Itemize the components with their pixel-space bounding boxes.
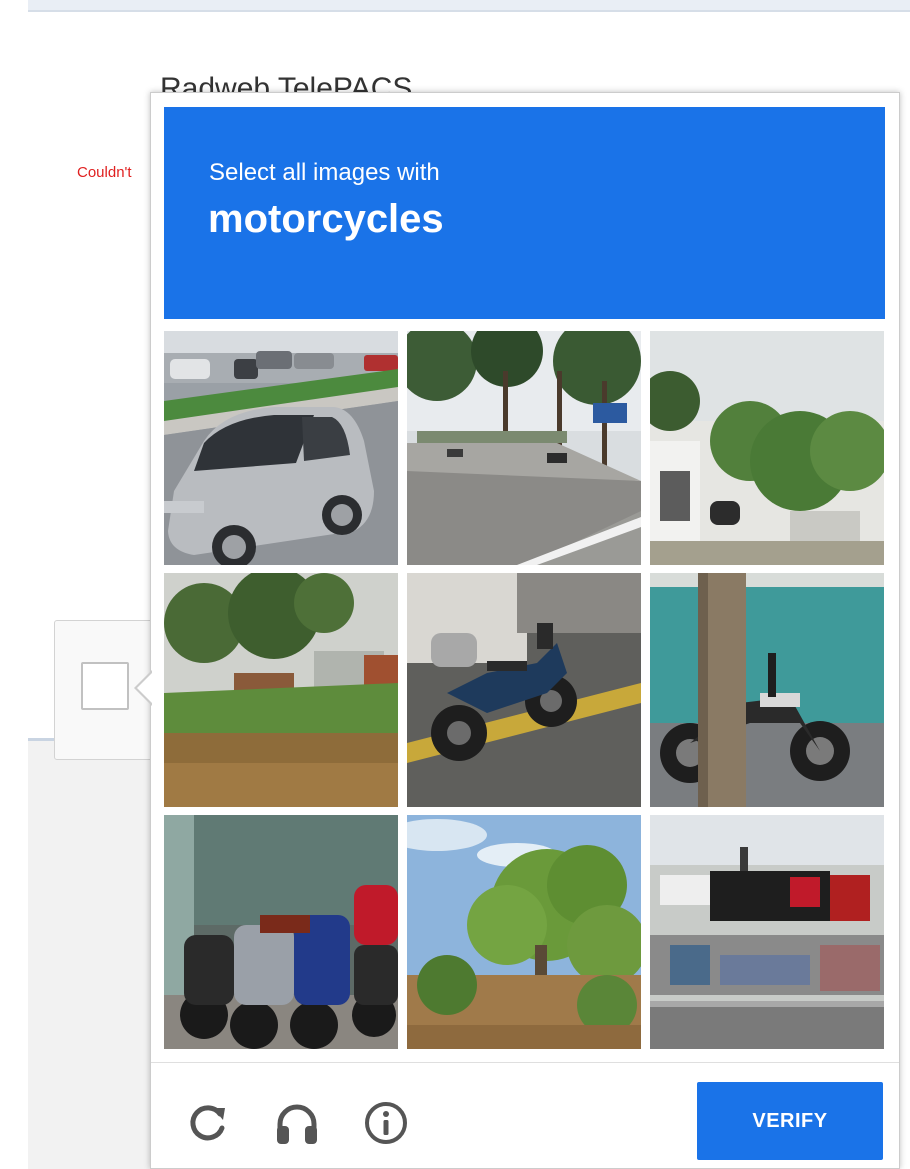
info-button[interactable] (361, 1098, 411, 1148)
image-tile-1[interactable] (164, 331, 398, 565)
background-lower-panel (28, 741, 158, 1169)
image-tile-2[interactable] (407, 331, 641, 565)
reload-icon (190, 1105, 225, 1141)
headphones-icon (277, 1104, 317, 1144)
tree-road-image (407, 331, 641, 565)
river-trees-image (164, 573, 398, 807)
touring-motorcycle-image (407, 573, 641, 807)
info-icon (365, 1102, 407, 1144)
image-tile-4[interactable] (164, 573, 398, 807)
recaptcha-checkbox[interactable] (81, 662, 129, 710)
motorcycle-pole-image (650, 573, 884, 807)
building-trees-image (650, 331, 884, 565)
error-message: Couldn't (77, 164, 132, 181)
parked-motorcycles-image (164, 815, 398, 1049)
challenge-header: Select all images with motorcycles (164, 107, 885, 319)
image-tile-3[interactable] (650, 331, 884, 565)
verify-button[interactable]: VERIFY (697, 1082, 883, 1160)
audio-challenge-button[interactable] (272, 1098, 322, 1148)
image-tile-5[interactable] (407, 573, 641, 807)
image-tile-8[interactable] (407, 815, 641, 1049)
reload-button[interactable] (183, 1098, 233, 1148)
image-tile-7[interactable] (164, 815, 398, 1049)
top-bar (28, 0, 910, 12)
dialog-pointer-inner (137, 672, 153, 704)
large-tree-image (407, 815, 641, 1049)
billboard-building-image (650, 815, 884, 1049)
silver-car-image (164, 331, 398, 565)
image-tile-6[interactable] (650, 573, 884, 807)
challenge-instruction: Select all images with (209, 159, 440, 186)
challenge-keyword: motorcycles (208, 197, 444, 241)
footer-divider (151, 1062, 899, 1063)
image-grid (164, 331, 885, 1049)
image-tile-9[interactable] (650, 815, 884, 1049)
